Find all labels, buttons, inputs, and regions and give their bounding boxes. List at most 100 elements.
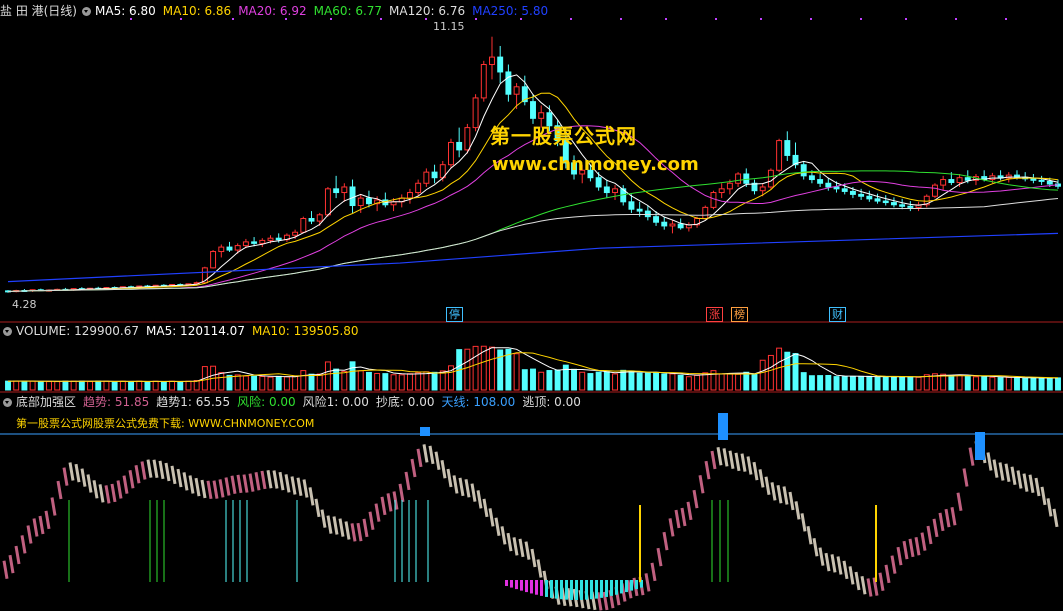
candle-body [406,192,413,199]
candle-body [677,223,684,229]
trend-bar [80,468,87,487]
volume-bar [497,349,504,391]
stock-chart [0,18,1063,611]
candle-body [899,204,906,207]
volume-bar [907,376,914,391]
bottom-bar [570,580,573,600]
volume-bar [776,347,783,391]
candle-body [365,197,372,205]
trend-bar [152,459,159,478]
candle-body [431,171,438,179]
trend-bar [716,447,723,466]
trend-bar [656,547,663,567]
trend-bar [662,531,669,551]
volume-bar [628,370,635,391]
promo-text: 第一股票公式网股票公式免费下载: WWW.CHNMONEY.COM [16,417,315,430]
trend-bar [212,480,219,499]
chevron-down-icon[interactable] [3,327,12,336]
trend-bar [530,548,537,568]
trend-bar [62,467,69,486]
trend-bar [386,493,393,512]
candle-body [776,140,783,171]
trend-bar [938,512,945,532]
candle-body [489,56,495,66]
indicator-legend-item-1: 趋势: 51.85 [83,395,150,409]
volume-bar [152,380,159,391]
trend-bar [710,450,717,470]
chevron-down-icon[interactable] [3,398,12,407]
candle-body [940,179,947,186]
volume-bar [702,372,709,391]
trend-bar [524,541,531,560]
trend-bar [146,459,153,478]
trend-bar [38,515,45,535]
volume-bar [136,380,143,391]
volume-bar [685,376,692,391]
trend-bar [302,479,309,498]
volume-panel [5,345,1061,391]
candle-body [415,182,422,194]
bottom-bar [585,580,588,600]
trend-bar [458,477,465,497]
volume-bar [341,370,348,391]
volume-bar [825,374,832,391]
trend-bar [194,477,201,497]
trend-bar [704,460,711,480]
trend-bar [338,518,345,537]
trend-bar [1028,474,1035,494]
volume-bar [521,369,528,391]
signal-dot [955,18,957,20]
trend-bar [260,470,267,490]
trend-bar [230,475,237,495]
volume-bar [300,370,307,391]
candle-body [308,218,315,222]
volume-bar [1022,377,1029,391]
top-spike [420,427,430,436]
candle-body [1046,180,1053,185]
ma-legend-item-1: MA10: 6.86 [162,4,232,18]
trend-bar [272,470,279,489]
candle-body [890,202,897,206]
trend-bar [104,485,111,504]
low-price-label: 4.28 [12,298,37,311]
trend-bar [680,507,687,527]
ma-legend-item-4: MA120: 6.76 [389,4,466,18]
volume-bar [849,375,856,391]
volume-bar [661,373,668,391]
volume-bar [595,371,602,391]
indicator-legend-item-6: 天线: 108.00 [441,395,516,409]
volume-bar [365,371,372,391]
stock-title: 盐 田 港(日线) [0,4,77,18]
volume-bar [308,373,315,391]
volume-bar [390,374,397,391]
volume-bar [431,371,438,391]
signal-dot [620,18,622,20]
volume-bar [406,373,413,391]
indicator-legend-item-4: 风险1: 0.00 [302,395,369,409]
volume-bar [333,368,340,391]
volume-bar [554,369,561,391]
volume-bar [185,380,192,391]
candle-body [767,169,774,188]
candle-body [759,186,766,192]
volume-bar [841,376,848,391]
volume-bar [694,374,701,391]
volume-bar [119,380,126,391]
trend-bar [932,518,939,538]
candle-body [259,239,266,244]
volume-bar [546,370,553,391]
trend-bar [770,482,777,501]
signal-dot [570,18,572,20]
volume-bar [767,354,774,391]
bottom-bar [510,580,513,588]
candle-body [505,71,512,95]
candle-body [538,112,545,119]
bottom-bar [530,580,533,594]
volume-legend-item-0: VOLUME: 129900.67 [16,324,139,338]
volume-bar [940,373,947,391]
candle-body [226,246,233,251]
volume-bar [111,381,118,391]
candle-body [251,241,258,244]
trend-bar [20,535,27,554]
chevron-down-icon[interactable] [82,7,91,16]
